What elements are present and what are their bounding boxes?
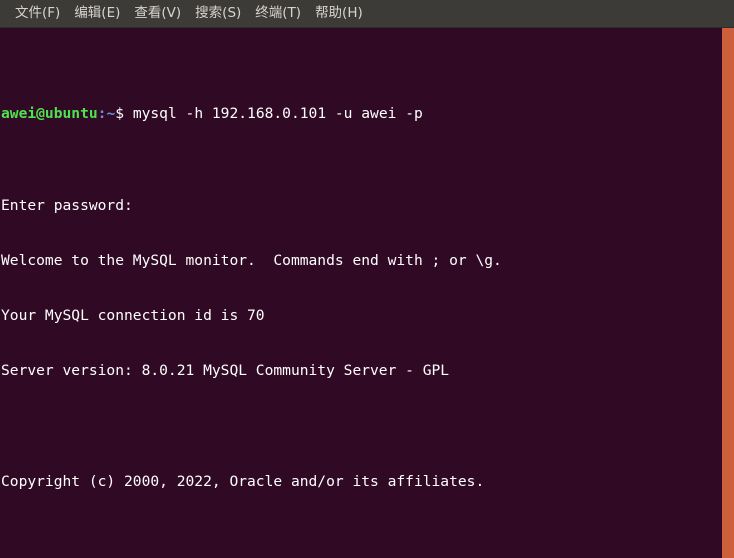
terminal-viewport[interactable]: awei@ubuntu:~$ mysql -h 192.168.0.101 -u…	[0, 28, 722, 558]
menu-terminal[interactable]: 终端(T)	[248, 0, 308, 27]
scrollbar-track[interactable]	[722, 28, 734, 558]
output-line-blank	[1, 417, 722, 435]
shell-command: mysql -h 192.168.0.101 -u awei -p	[124, 104, 423, 122]
output-line: Copyright (c) 2000, 2022, Oracle and/or …	[1, 472, 485, 490]
output-line: Your MySQL connection id is 70	[1, 307, 265, 325]
terminal-screen[interactable]: awei@ubuntu:~$ mysql -h 192.168.0.101 -u…	[0, 28, 722, 558]
output-line: Welcome to the MySQL monitor. Commands e…	[1, 251, 502, 269]
scrollbar-thumb[interactable]	[722, 28, 734, 558]
prompt-path: :~	[97, 104, 116, 122]
menu-edit[interactable]: 编辑(E)	[67, 0, 127, 27]
menu-file[interactable]: 文件(F)	[8, 0, 67, 27]
prompt-sigil: $	[115, 104, 125, 122]
shell-prompt-line: awei@ubuntu:~$ mysql -h 192.168.0.101 -u…	[1, 105, 722, 123]
menu-bar: 文件(F) 编辑(E) 查看(V) 搜索(S) 终端(T) 帮助(H)	[0, 0, 734, 28]
menu-view[interactable]: 查看(V)	[127, 0, 188, 27]
menu-help[interactable]: 帮助(H)	[308, 0, 370, 27]
output-line: Server version: 8.0.21 MySQL Community S…	[1, 362, 450, 380]
output-line: Enter password:	[1, 196, 133, 214]
terminal-window: 文件(F) 编辑(E) 查看(V) 搜索(S) 终端(T) 帮助(H) awei…	[0, 0, 734, 558]
prompt-user-host: awei@ubuntu	[1, 104, 98, 122]
menu-search[interactable]: 搜索(S)	[188, 0, 248, 27]
output-line-blank	[1, 528, 722, 546]
